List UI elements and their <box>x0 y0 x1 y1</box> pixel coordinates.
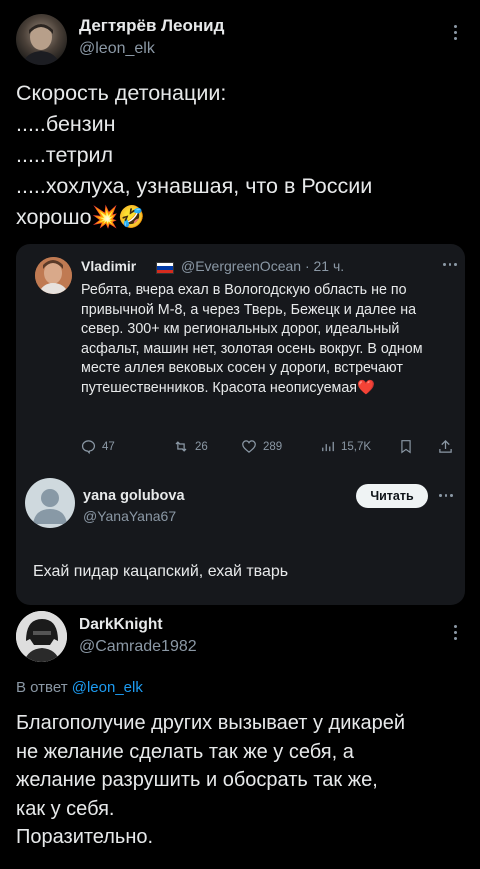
quoted-actions: 47 26 289 15,7K <box>81 439 456 459</box>
heart-icon <box>242 440 256 453</box>
quoted-more-icon[interactable] <box>443 263 458 266</box>
reply-post-more-icon[interactable] <box>452 625 458 640</box>
reply-text: Ехай пидар кацапский, ехай тварь <box>33 563 289 580</box>
quoted-author-avatar[interactable] <box>35 257 72 294</box>
follow-button[interactable]: Читать <box>356 484 428 508</box>
reply-to-line: В ответ @leon_elk <box>16 679 143 696</box>
reply-author-handle[interactable]: @YanaYana67 <box>83 508 176 524</box>
author-name[interactable]: Дегтярёв Леонид <box>79 16 224 36</box>
post-text: Скорость детонации: .....бензин .....тет… <box>16 81 373 229</box>
reply-author-name[interactable]: yana golubova <box>83 488 185 504</box>
reply-to-link[interactable]: @leon_elk <box>72 679 143 696</box>
replier-handle[interactable]: @Camrade1982 <box>79 638 197 656</box>
quoted-text: Ребята, вчера ехал в Вологодскую область… <box>81 282 423 396</box>
reply-to-prefix: В ответ <box>16 679 68 696</box>
reply-author-avatar[interactable] <box>25 478 75 528</box>
replier-name[interactable]: DarkKnight <box>79 616 163 634</box>
quoted-author-name[interactable]: Vladimir <box>81 258 136 274</box>
share-icon <box>439 439 452 453</box>
bookmark-icon <box>401 440 411 454</box>
share-action[interactable] <box>438 439 453 454</box>
author-avatar[interactable] <box>16 14 67 65</box>
retweet-icon <box>175 441 187 452</box>
reply-post-text: Благополучие других вызывает у дикарей н… <box>16 712 406 848</box>
views-action[interactable]: 15,7K <box>321 439 371 454</box>
like-action[interactable]: 289 <box>241 439 282 454</box>
more-options-icon[interactable] <box>452 25 458 40</box>
views-icon <box>322 441 334 452</box>
reply-action[interactable]: 47 <box>81 439 115 454</box>
reply-more-icon[interactable] <box>439 494 454 497</box>
reply-icon <box>81 440 96 454</box>
bookmark-action[interactable] <box>399 439 413 454</box>
quoted-author-handle[interactable]: @EvergreenOcean <box>181 258 301 274</box>
replier-avatar[interactable] <box>16 611 67 662</box>
views-count: 15,7K <box>341 440 372 453</box>
quoted-time[interactable]: · 21 ч. <box>305 258 344 274</box>
russia-flag-icon <box>156 262 174 274</box>
author-handle[interactable]: @leon_elk <box>79 40 155 58</box>
reply-count: 47 <box>102 440 115 453</box>
like-count: 289 <box>263 440 283 453</box>
retweet-count: 26 <box>195 440 208 453</box>
retweet-action[interactable]: 26 <box>173 439 208 454</box>
